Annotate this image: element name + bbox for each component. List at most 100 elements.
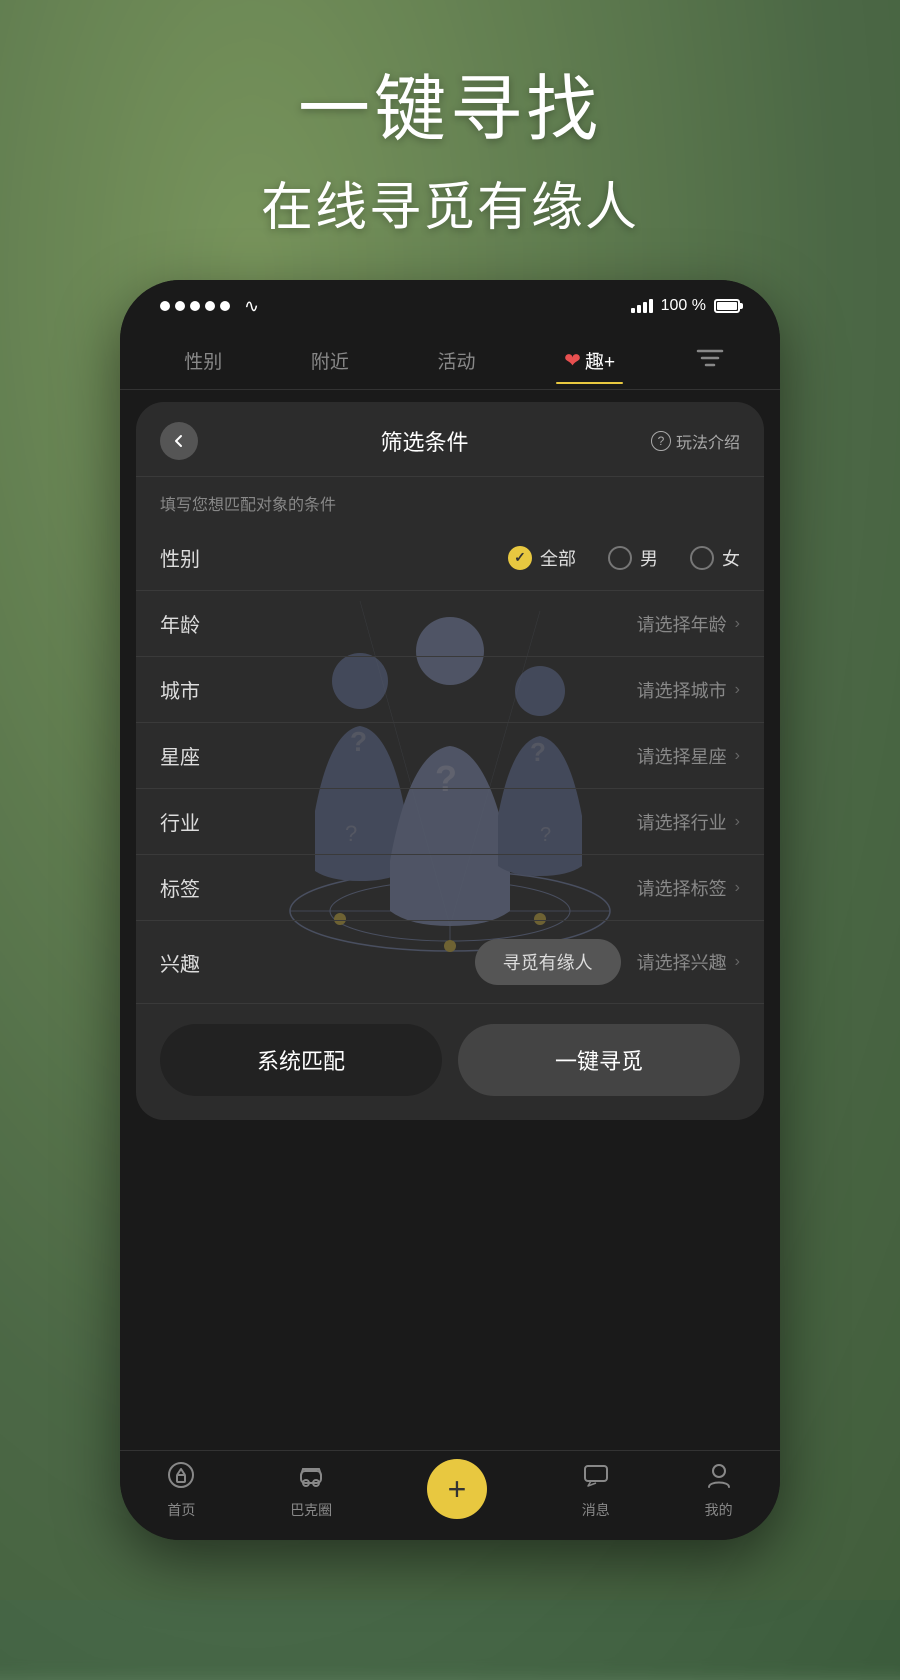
filter-row-constellation[interactable]: 星座 请选择星座 ›: [136, 723, 764, 789]
industry-label: 行业: [160, 807, 220, 836]
profile-tab-label: 我的: [705, 1500, 733, 1520]
signal-bar-2: [637, 305, 641, 313]
status-bar: ∿ 100 %: [120, 280, 780, 332]
gender-male-radio[interactable]: [608, 546, 632, 570]
battery-fill: [717, 302, 737, 310]
filter-row-gender: 性别 ✓ 全部 男 女: [136, 525, 764, 591]
gender-female-label: 女: [722, 545, 740, 571]
messages-icon: [582, 1461, 610, 1496]
plus-button[interactable]: +: [427, 1459, 487, 1519]
wifi-icon: ∿: [244, 296, 259, 317]
tag-chevron-icon: ›: [735, 879, 740, 897]
industry-placeholder: 请选择行业: [637, 809, 727, 835]
headline-line1: 一键寻找: [0, 50, 900, 155]
home-icon: [167, 1461, 195, 1496]
tab-home[interactable]: 首页: [167, 1461, 195, 1520]
interest-chevron-icon: ›: [735, 953, 740, 971]
dot-5: [220, 301, 230, 311]
profile-icon: [705, 1461, 733, 1496]
constellation-select[interactable]: 请选择星座 ›: [637, 743, 740, 769]
headline-area: 一键寻找 在线寻觅有缘人: [0, 50, 900, 240]
action-buttons: 系统匹配 一键寻觅: [136, 1004, 764, 1120]
tab-profile[interactable]: 我的: [705, 1461, 733, 1520]
signal-bar-4: [649, 299, 653, 313]
gender-female[interactable]: 女: [690, 545, 740, 571]
signal-bar-1: [631, 308, 635, 313]
gender-options: ✓ 全部 男 女: [508, 545, 740, 571]
bottom-tabbar: 首页 巴克圈 +: [120, 1450, 780, 1540]
age-select[interactable]: 请选择年龄 ›: [637, 611, 740, 637]
city-select[interactable]: 请选择城市 ›: [637, 677, 740, 703]
dot-2: [175, 301, 185, 311]
home-tab-label: 首页: [167, 1500, 195, 1520]
filter-icon-button[interactable]: [696, 346, 724, 376]
phone-mockup: ∿ 100 % 性别 附近 活动 ❤ 趣+: [120, 280, 780, 1540]
tab-huodong[interactable]: 活动: [430, 337, 484, 384]
check-mark: ✓: [514, 549, 526, 566]
tab-plus[interactable]: +: [427, 1459, 487, 1523]
dot-4: [205, 301, 215, 311]
system-match-button[interactable]: 系统匹配: [160, 1024, 442, 1096]
status-right: 100 %: [631, 297, 740, 315]
tab-qu-plus-inner: ❤ 趣+: [564, 347, 615, 374]
heart-icon: ❤: [564, 348, 581, 373]
gender-all[interactable]: ✓ 全部: [508, 545, 576, 571]
tab-messages[interactable]: 消息: [582, 1461, 610, 1520]
signal-bar-3: [643, 302, 647, 313]
city-label: 城市: [160, 675, 220, 704]
constellation-placeholder: 请选择星座: [637, 743, 727, 769]
help-label: 玩法介绍: [676, 429, 740, 453]
headline-line2: 在线寻觅有缘人: [0, 165, 900, 240]
filter-row-age[interactable]: 年龄 请选择年龄 ›: [136, 591, 764, 657]
tab-qu-plus[interactable]: ❤ 趣+: [556, 337, 623, 384]
dot-1: [160, 301, 170, 311]
tag-label: 标签: [160, 873, 220, 902]
interest-select[interactable]: 请选择兴趣 ›: [637, 949, 740, 975]
filter-panel-title: 筛选条件: [380, 425, 468, 457]
filter-row-city[interactable]: 城市 请选择城市 ›: [136, 657, 764, 723]
filter-row-industry[interactable]: 行业 请选择行业 ›: [136, 789, 764, 855]
gender-male-label: 男: [640, 545, 658, 571]
filter-panel: ? ? ? ? ? 筛选条件: [136, 402, 764, 1120]
interest-btn-label: 寻觅有缘人: [503, 953, 593, 973]
filter-row-interest: 兴趣 寻觅有缘人 请选择兴趣 ›: [136, 921, 764, 1004]
filter-subtitle: 填写您想匹配对象的条件: [136, 477, 764, 525]
signal-dots: [160, 301, 230, 311]
status-left: ∿: [160, 296, 259, 317]
age-chevron-icon: ›: [735, 615, 740, 633]
interest-placeholder: 请选择兴趣: [637, 949, 727, 975]
one-key-search-button[interactable]: 一键寻觅: [458, 1024, 740, 1096]
gender-female-radio[interactable]: [690, 546, 714, 570]
city-chevron-icon: ›: [735, 681, 740, 699]
battery-percent: 100 %: [661, 297, 706, 315]
plus-icon: +: [448, 1473, 467, 1505]
gender-all-label: 全部: [540, 545, 576, 571]
tag-select[interactable]: 请选择标签 ›: [637, 875, 740, 901]
city-placeholder: 请选择城市: [637, 677, 727, 703]
industry-select[interactable]: 请选择行业 ›: [637, 809, 740, 835]
age-placeholder: 请选择年龄: [637, 611, 727, 637]
constellation-label: 星座: [160, 741, 220, 770]
tab-dongtai[interactable]: 性别: [176, 337, 230, 384]
filter-row-tag[interactable]: 标签 请选择标签 ›: [136, 855, 764, 921]
nav-tabs: 性别 附近 活动 ❤ 趣+: [120, 332, 780, 390]
constellation-chevron-icon: ›: [735, 747, 740, 765]
bakecircle-icon: [297, 1461, 325, 1496]
gender-label: 性别: [160, 543, 220, 572]
gender-male[interactable]: 男: [608, 545, 658, 571]
interest-label: 兴趣: [160, 948, 220, 977]
tab-bakecircle[interactable]: 巴克圈: [290, 1461, 332, 1520]
dot-3: [190, 301, 200, 311]
messages-tab-label: 消息: [582, 1500, 610, 1520]
interest-preset-button[interactable]: 寻觅有缘人: [475, 939, 621, 985]
help-circle-icon: ?: [651, 431, 671, 451]
gender-all-radio[interactable]: ✓: [508, 546, 532, 570]
filter-header: 筛选条件 ? 玩法介绍: [136, 402, 764, 477]
help-link[interactable]: ? 玩法介绍: [651, 429, 740, 453]
age-label: 年龄: [160, 609, 220, 638]
tag-placeholder: 请选择标签: [637, 875, 727, 901]
industry-chevron-icon: ›: [735, 813, 740, 831]
tab-fujin[interactable]: 附近: [303, 337, 357, 384]
bakecircle-tab-label: 巴克圈: [290, 1500, 332, 1520]
back-button[interactable]: [160, 422, 198, 460]
